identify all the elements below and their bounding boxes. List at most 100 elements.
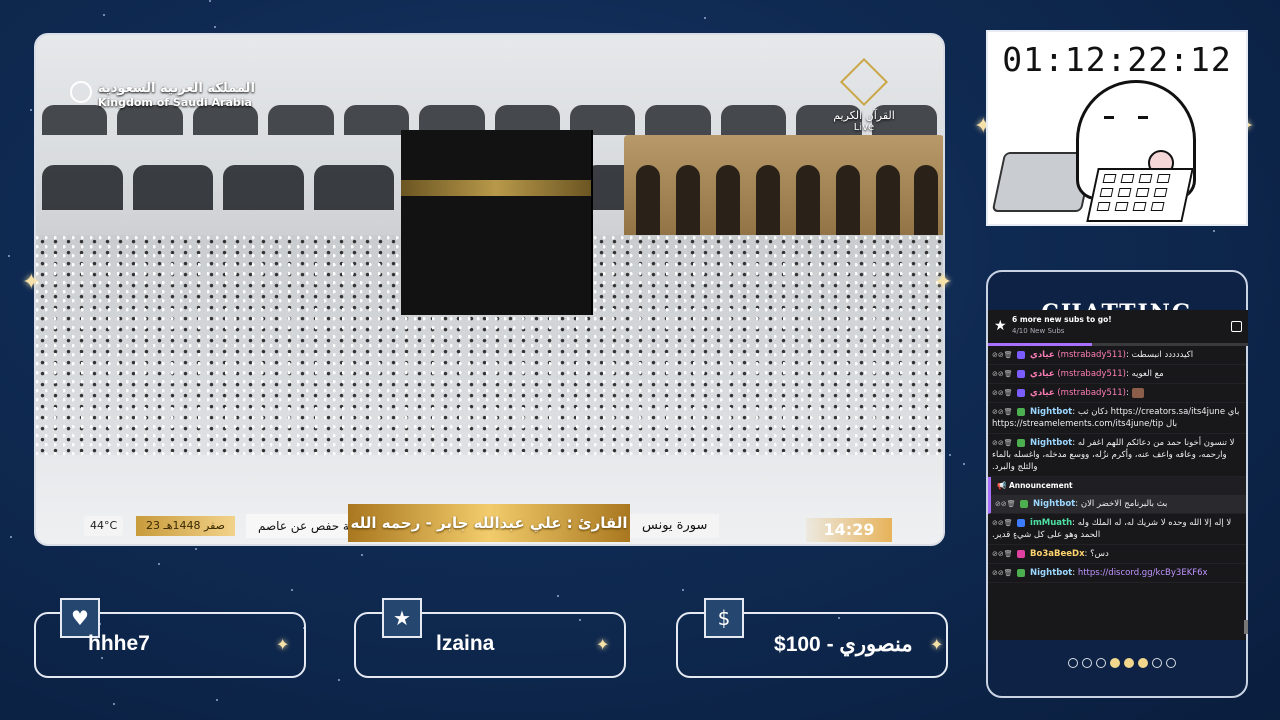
star-dot [682, 589, 684, 591]
mod-tools-icon[interactable]: ⊘⊘🗑 [992, 569, 1013, 577]
cat-eye [1138, 116, 1148, 119]
sparkle-icon: ✦ [276, 635, 290, 654]
latest-subscriber-name: lzaina [436, 632, 495, 655]
chat-link[interactable]: https://discord.gg/kcBy3EKF6x [1078, 568, 1208, 578]
chat-username[interactable]: imMuath [1030, 518, 1072, 528]
sparkle-icon: ✦ [596, 635, 610, 654]
star-dot [1213, 230, 1215, 232]
sparkle-icon: ✦ [934, 270, 953, 295]
sparkle-icon: ✦ [22, 270, 41, 295]
chat-text: لا تنسون أخونا حمد من دعائكم اللهم اغفر … [992, 438, 1235, 472]
chat-username[interactable]: Nightbot [1030, 438, 1072, 448]
star-dot [291, 589, 293, 591]
dot-icon [1124, 658, 1134, 668]
surah-name: سورة يونس [630, 514, 720, 538]
bot-badge-icon [1017, 407, 1026, 416]
sub-badge-icon [1017, 350, 1026, 359]
brand-arabic: المملكة العربية السعودية [98, 81, 255, 96]
chat-username[interactable]: Nightbot [1033, 499, 1075, 509]
emote-icon [1131, 387, 1144, 398]
dot-icon [1068, 658, 1078, 668]
mod-tools-icon[interactable]: ⊘⊘🗑 [992, 408, 1013, 416]
chat-announcement: 📢 Announcement ⊘⊘🗑 Nightbot: بث بالبرنام… [988, 477, 1246, 514]
star-dot [10, 536, 12, 538]
latest-follower-name: hhhe7 [88, 632, 150, 655]
sub-goal-bar: ★ 6 more new subs to go! 4/10 New Subs [988, 310, 1248, 346]
chat-message: ⊘⊘🗑 عيادي (mstrabady511): مع العويه [988, 365, 1246, 384]
sub-badge-icon [1017, 369, 1026, 378]
chat-scrollbar[interactable] [1244, 620, 1248, 634]
countdown-timer-panel: 01:12:22:12 [986, 30, 1248, 226]
star-dot [338, 679, 340, 681]
chat-text: بث بالبرنامج الاخضر الان [1080, 499, 1168, 509]
star-dot [195, 548, 197, 550]
chat-handle: (mstrabady511) [1057, 369, 1126, 379]
sparkle-icon: ✦ [930, 635, 944, 654]
reader-name: القارئ : علي عبدالله جابر - رحمه الله [348, 504, 630, 542]
chat-username[interactable]: Nightbot [1030, 407, 1072, 417]
dot-icon [1138, 658, 1148, 668]
star-dot [103, 14, 105, 16]
sub-badge-icon [1017, 518, 1026, 527]
livestream-video: المملكة العربية السعودية Kingdom of Saud… [34, 33, 945, 546]
chat-message: ⊘⊘🗑 عيادي (mstrabady511): [988, 384, 1246, 403]
chat-message-list[interactable]: ⊘⊘🗑 عيادي (mstrabady511): اكيددددد انبسط… [988, 346, 1246, 640]
hijri-date: 23 صفر 1448هـ [136, 516, 236, 536]
latest-donation-text: منصوري - 100$ [774, 633, 913, 656]
quran-channel-logo: القرآن الكريم Live [824, 57, 904, 133]
temperature: 44°C [84, 516, 124, 536]
broadcast-lower-third: 44°C 23 صفر 1448هـ رواية حفص عن عاصم الق… [36, 498, 943, 544]
chat-handle: (mstrabady511) [1057, 388, 1126, 398]
chat-username[interactable]: Bo3aBeeDx [1030, 549, 1085, 559]
chat-username[interactable]: عيادي [1030, 369, 1055, 379]
broadcast-clock: 14:29 [806, 518, 892, 542]
dot-icon [1166, 658, 1176, 668]
chat-text: لا إله إلا الله وحده لا شريك له، له المل… [992, 518, 1232, 540]
mod-tools-icon[interactable]: ⊘⊘🗑 [992, 370, 1013, 378]
mod-tools-icon[interactable]: ⊘⊘🗑 [992, 550, 1013, 558]
dot-icon [1082, 658, 1092, 668]
sub-badge-icon [1017, 549, 1026, 558]
chat-username[interactable]: عيادي [1030, 388, 1055, 398]
chat-handle: (mstrabady511) [1057, 350, 1126, 360]
chat-username[interactable]: Nightbot [1030, 568, 1072, 578]
channel-name: القرآن الكريم [833, 109, 895, 122]
goal-star-icon: ★ [994, 318, 1007, 334]
star-dot [214, 26, 216, 28]
channel-diamond-icon [839, 57, 889, 107]
star-dot [216, 699, 218, 701]
keyboard-illustration [1086, 168, 1194, 222]
mod-tools-icon[interactable]: ⊘⊘🗑 [992, 389, 1013, 397]
mod-tools-icon[interactable]: ⊘⊘🗑 [992, 439, 1013, 447]
dot-icon [1152, 658, 1162, 668]
channel-brand: المملكة العربية السعودية Kingdom of Saud… [98, 81, 255, 109]
dot-icon [1096, 658, 1106, 668]
mod-tools-icon[interactable]: ⊘⊘🗑 [995, 500, 1016, 508]
live-label: Live [853, 122, 875, 133]
chat-username[interactable]: عيادي [1030, 350, 1055, 360]
star-dot [209, 0, 211, 2]
kaaba-gold-band [401, 180, 591, 196]
kaaba [401, 130, 591, 315]
dot-icon [1110, 658, 1120, 668]
bot-badge-icon [1017, 438, 1026, 447]
star-dot [963, 463, 965, 465]
announcement-label: Announcement [1008, 481, 1073, 490]
announcement-header: 📢 Announcement [991, 477, 1246, 495]
gift-icon[interactable] [1231, 321, 1242, 332]
goal-main-text: 6 more new subs to go! [1012, 315, 1112, 324]
cat-eye [1104, 116, 1114, 119]
dollar-icon: $ [704, 598, 744, 638]
mod-tools-icon[interactable]: ⊘⊘🗑 [992, 351, 1013, 359]
chat-text: مع العويه [1131, 369, 1164, 379]
star-dot [30, 109, 32, 111]
moon-phase-dots [1062, 658, 1182, 670]
star-dot [8, 255, 10, 257]
chat-message: ⊘⊘🗑 Nightbot: لا تنسون أخونا حمد من دعائ… [988, 434, 1246, 477]
chat-message: ⊘⊘🗑 Nightbot: https://discord.gg/kcBy3EK… [988, 564, 1246, 583]
star-dot [557, 595, 559, 597]
chat-text: دس؟ [1090, 549, 1109, 559]
bot-badge-icon [1017, 568, 1026, 577]
mod-tools-icon[interactable]: ⊘⊘🗑 [992, 519, 1013, 527]
star-dot [158, 563, 160, 565]
